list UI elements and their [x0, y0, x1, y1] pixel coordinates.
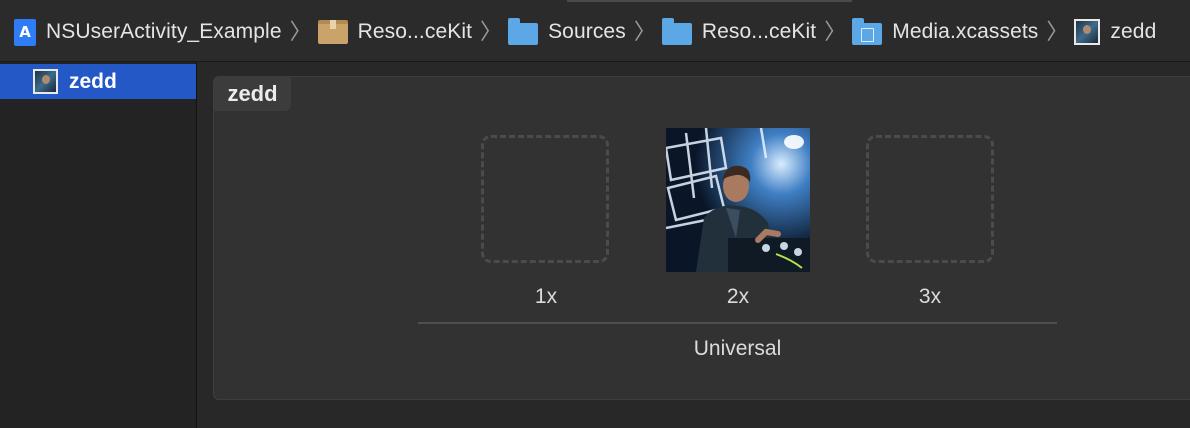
breadcrumb-item-package[interactable]: Reso...ceKit: [317, 14, 473, 50]
breadcrumb-item-sources[interactable]: Sources: [508, 14, 626, 50]
package-icon: [317, 20, 348, 44]
scale-label-1x: 1x: [534, 285, 558, 308]
breadcrumb-label: zedd: [1110, 20, 1157, 43]
xcode-project-icon: [14, 18, 36, 46]
image-slot-3x[interactable]: [866, 135, 994, 263]
breadcrumb-item-project[interactable]: NSUserActivity_Example: [14, 14, 282, 50]
folder-icon: [508, 18, 539, 45]
image-thumbnail-icon: [1074, 19, 1101, 45]
dj-photo: [666, 128, 810, 272]
idiom-label: Universal: [693, 337, 782, 360]
chevron-right-icon: 〉: [633, 19, 656, 44]
breadcrumb-label: Sources: [548, 20, 626, 43]
breadcrumb: NSUserActivity_Example 〉 Reso...ceKit 〉 …: [14, 14, 1156, 50]
breadcrumb-label: Reso...ceKit: [701, 20, 817, 43]
chevron-right-icon: 〉: [480, 19, 503, 44]
asset-list-item-label: zedd: [69, 69, 117, 93]
asset-catalog-icon: [852, 18, 883, 45]
tab-indicator: [567, 0, 852, 2]
breadcrumb-item-module[interactable]: Reso...ceKit: [661, 14, 817, 50]
breadcrumb-label: NSUserActivity_Example: [46, 20, 282, 43]
idiom-divider: [418, 322, 1057, 324]
image-slot-1x[interactable]: [481, 135, 609, 263]
chevron-right-icon: 〉: [1046, 19, 1069, 44]
asset-list-item-zedd[interactable]: zedd: [0, 64, 196, 99]
asset-list-sidebar: zedd: [0, 62, 197, 428]
chevron-right-icon: 〉: [824, 19, 847, 44]
image-set-name-tab[interactable]: zedd: [214, 76, 291, 111]
scale-label-2x: 2x: [726, 285, 750, 308]
breadcrumb-item-image-set[interactable]: zedd: [1074, 14, 1156, 50]
breadcrumb-item-asset-catalog[interactable]: Media.xcassets: [852, 14, 1038, 50]
image-slot-2x[interactable]: [666, 128, 810, 272]
breadcrumb-label: Media.xcassets: [892, 20, 1039, 43]
jump-bar: NSUserActivity_Example 〉 Reso...ceKit 〉 …: [0, 0, 1190, 62]
chevron-right-icon: 〉: [289, 19, 312, 44]
scale-label-3x: 3x: [918, 285, 942, 308]
breadcrumb-label: Reso...ceKit: [357, 20, 473, 43]
image-thumbnail-icon: [33, 69, 58, 94]
folder-icon: [661, 18, 692, 45]
